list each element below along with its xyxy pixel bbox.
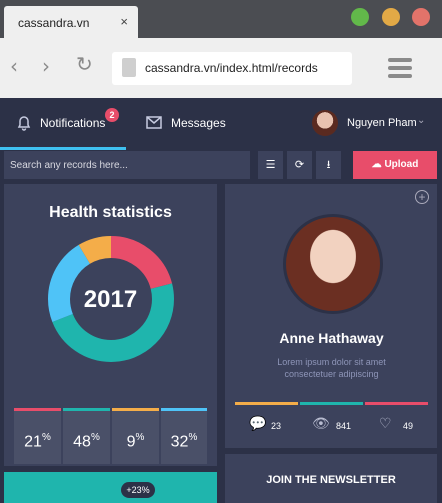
- upload-button[interactable]: ☁ Upload: [353, 151, 437, 179]
- newsletter-card: JOIN THE NEWSLETTER: [225, 454, 437, 503]
- comments-count: 23: [271, 421, 282, 431]
- eye-icon: 👁: [312, 416, 330, 432]
- stat-box: 48%: [63, 408, 110, 464]
- likes-count: 49: [403, 421, 414, 431]
- heart-icon: ♡: [379, 416, 392, 432]
- user-name[interactable]: Nguyen Pham: [347, 117, 417, 129]
- profile-card: + Anne Hathaway Lorem ipsum dolor sit am…: [225, 184, 437, 448]
- social-stats: 💬 23 👁 841 ♡ 49: [235, 402, 428, 446]
- comment-icon: 💬: [249, 416, 267, 432]
- browser-tab[interactable]: cassandra.vn ×: [4, 6, 138, 40]
- chevron-down-icon[interactable]: ⌄: [417, 115, 425, 126]
- growth-card: [4, 472, 217, 503]
- stat-box: 21%: [14, 408, 61, 464]
- notifications-tab[interactable]: Notifications: [40, 116, 105, 130]
- upload-label: Upload: [384, 159, 419, 170]
- health-stats: 21% 48% 9% 32%: [14, 408, 207, 464]
- health-title: Health statistics: [49, 204, 172, 221]
- tab-title: cassandra.vn: [18, 16, 90, 30]
- add-icon[interactable]: +: [415, 190, 429, 204]
- browser-chrome: cassandra.vn × ‹ › ↻ cassandra.vn/index.…: [0, 0, 442, 98]
- cloud-upload-icon: ☁: [371, 159, 382, 170]
- minimize-window-button[interactable]: [382, 8, 400, 26]
- address-bar[interactable]: cassandra.vn/index.html/records: [112, 52, 352, 85]
- close-tab-icon[interactable]: ×: [120, 14, 128, 29]
- browser-toolbar: ‹ › ↻ cassandra.vn/index.html/records: [0, 38, 442, 98]
- donut-year: 2017: [83, 286, 138, 313]
- bell-icon[interactable]: [16, 115, 32, 131]
- profile-description: Lorem ipsum dolor sit amet consectetuer …: [277, 357, 386, 379]
- views-stat[interactable]: 👁 841: [300, 402, 363, 446]
- views-count: 841: [336, 421, 352, 431]
- stat-value: 48: [73, 433, 91, 451]
- back-arrow-icon[interactable]: ‹: [10, 54, 18, 78]
- user-avatar[interactable]: [312, 110, 338, 136]
- notification-badge: 2: [105, 108, 119, 122]
- forward-arrow-icon[interactable]: ›: [42, 54, 50, 78]
- newsletter-title: JOIN THE NEWSLETTER: [266, 474, 396, 486]
- page-icon: [122, 58, 136, 77]
- close-window-button[interactable]: [412, 8, 430, 26]
- health-card: Health statistics 2017 21% 48% 9% 32%: [4, 184, 217, 466]
- search-row: ☰ ⟳ ⭳ ☁ Upload: [0, 150, 442, 184]
- growth-badge: +23%: [121, 482, 155, 498]
- stat-value: 9: [126, 433, 136, 451]
- app-nav: Notifications 2 Messages Nguyen Pham ⌄: [0, 98, 442, 150]
- search-input[interactable]: [4, 151, 250, 179]
- comments-stat[interactable]: 💬 23: [235, 402, 298, 446]
- stat-box: 32%: [161, 408, 207, 464]
- refresh-button[interactable]: ⟳: [287, 151, 312, 179]
- profile-name: Anne Hathaway: [279, 330, 384, 346]
- url-text: cassandra.vn/index.html/records: [145, 61, 318, 75]
- stat-value: 32: [170, 433, 189, 451]
- browser-menu-icon[interactable]: [388, 58, 412, 82]
- maximize-window-button[interactable]: [351, 8, 369, 26]
- list-view-button[interactable]: ☰: [258, 151, 283, 179]
- likes-stat[interactable]: ♡ 49: [365, 402, 428, 446]
- stat-box: 9%: [112, 408, 159, 464]
- mail-icon[interactable]: [146, 116, 162, 129]
- reload-icon[interactable]: ↻: [76, 52, 93, 76]
- profile-avatar: [283, 214, 383, 314]
- messages-tab[interactable]: Messages: [171, 116, 226, 130]
- download-button[interactable]: ⭳: [316, 151, 341, 179]
- stat-value: 21: [24, 433, 42, 451]
